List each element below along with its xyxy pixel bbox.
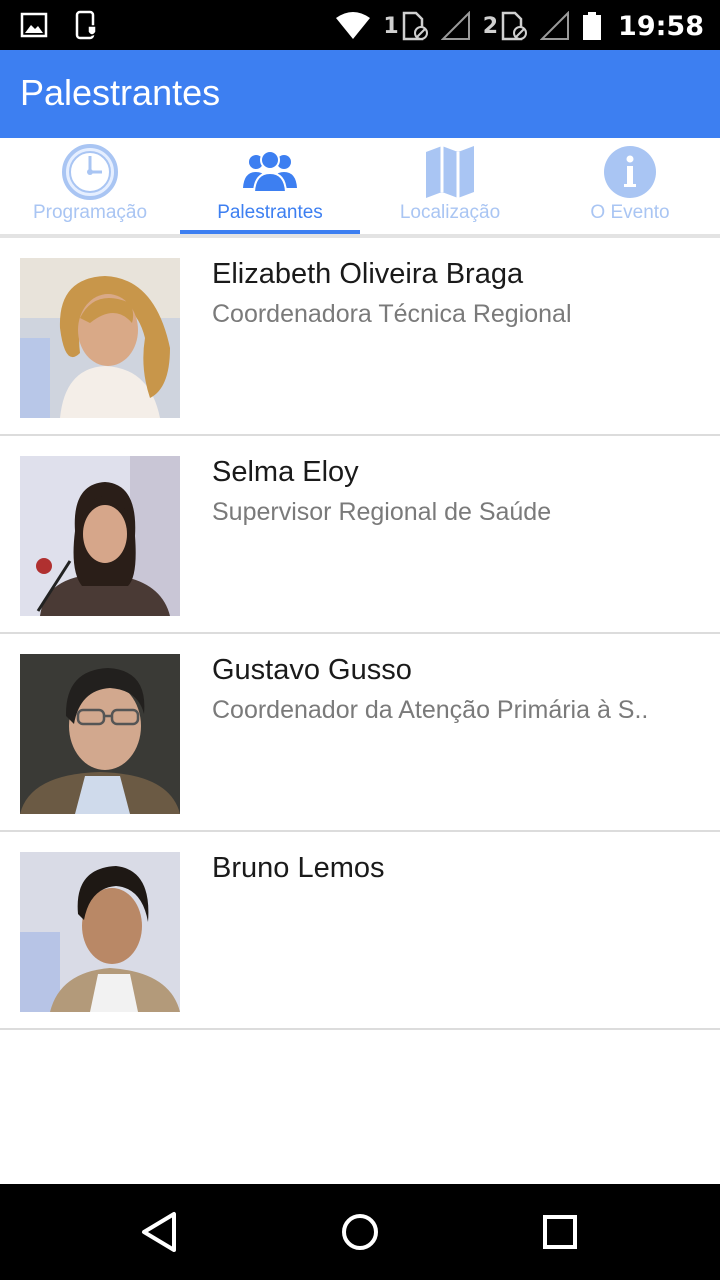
speaker-item[interactable]: Elizabeth Oliveira Braga Coordenadora Té… — [0, 238, 720, 436]
speaker-item[interactable]: Bruno Lemos — [0, 832, 720, 1030]
signal-icon — [540, 11, 570, 40]
tab-bar: Programação Palestrantes Localização O E… — [0, 138, 720, 238]
people-icon — [243, 150, 297, 193]
tab-label: Programação — [32, 202, 148, 223]
status-bar: 1 2 19:58 — [0, 0, 720, 50]
speaker-item[interactable]: Gustavo Gusso Coordenador da Atenção Pri… — [0, 634, 720, 832]
battery-icon — [583, 12, 602, 40]
navigation-bar — [0, 1184, 720, 1280]
recents-icon[interactable] — [536, 1208, 584, 1256]
clock-icon — [62, 144, 118, 200]
speaker-list: Elizabeth Oliveira Braga Coordenadora Té… — [0, 238, 720, 1030]
speaker-name: Bruno Lemos — [212, 852, 385, 884]
wifi-icon — [336, 12, 371, 39]
page-title: Palestrantes — [20, 72, 221, 113]
signal-icon — [440, 11, 470, 40]
map-icon — [426, 146, 474, 198]
speaker-item[interactable]: Selma Eloy Supervisor Regional de Saúde — [0, 436, 720, 634]
clock-time: 19:58 — [618, 10, 704, 42]
app-bar: Palestrantes — [0, 50, 720, 138]
speaker-name: Elizabeth Oliveira Braga — [212, 258, 524, 290]
speaker-photo — [20, 852, 180, 1012]
speaker-name: Gustavo Gusso — [212, 654, 412, 686]
speaker-role: Coordenador da Atenção Primária à S.. — [212, 696, 649, 724]
info-icon — [604, 146, 656, 198]
tab-o-evento[interactable]: O Evento — [540, 138, 720, 234]
tab-programacao[interactable]: Programação — [0, 138, 180, 234]
tab-palestrantes[interactable]: Palestrantes — [180, 138, 360, 234]
speaker-role: Coordenadora Técnica Regional — [212, 300, 572, 328]
speaker-photo — [20, 654, 180, 814]
speaker-photo — [20, 456, 180, 616]
image-icon — [20, 12, 48, 38]
sim-card-icon — [402, 11, 428, 41]
tab-label: O Evento — [590, 202, 670, 223]
speaker-photo — [20, 258, 180, 418]
sim-card-icon — [501, 11, 528, 41]
phone-shield-icon — [75, 10, 97, 40]
back-icon[interactable] — [136, 1208, 184, 1256]
sim-1: 1 — [383, 11, 428, 41]
tab-label: Localização — [399, 202, 501, 223]
tab-label: Palestrantes — [217, 202, 323, 223]
sim-2: 2 — [483, 11, 528, 41]
home-icon[interactable] — [336, 1208, 384, 1256]
speaker-role: Supervisor Regional de Saúde — [212, 498, 552, 526]
active-tab-indicator — [180, 230, 360, 234]
tab-localizacao[interactable]: Localização — [360, 138, 540, 234]
speaker-name: Selma Eloy — [212, 456, 359, 488]
